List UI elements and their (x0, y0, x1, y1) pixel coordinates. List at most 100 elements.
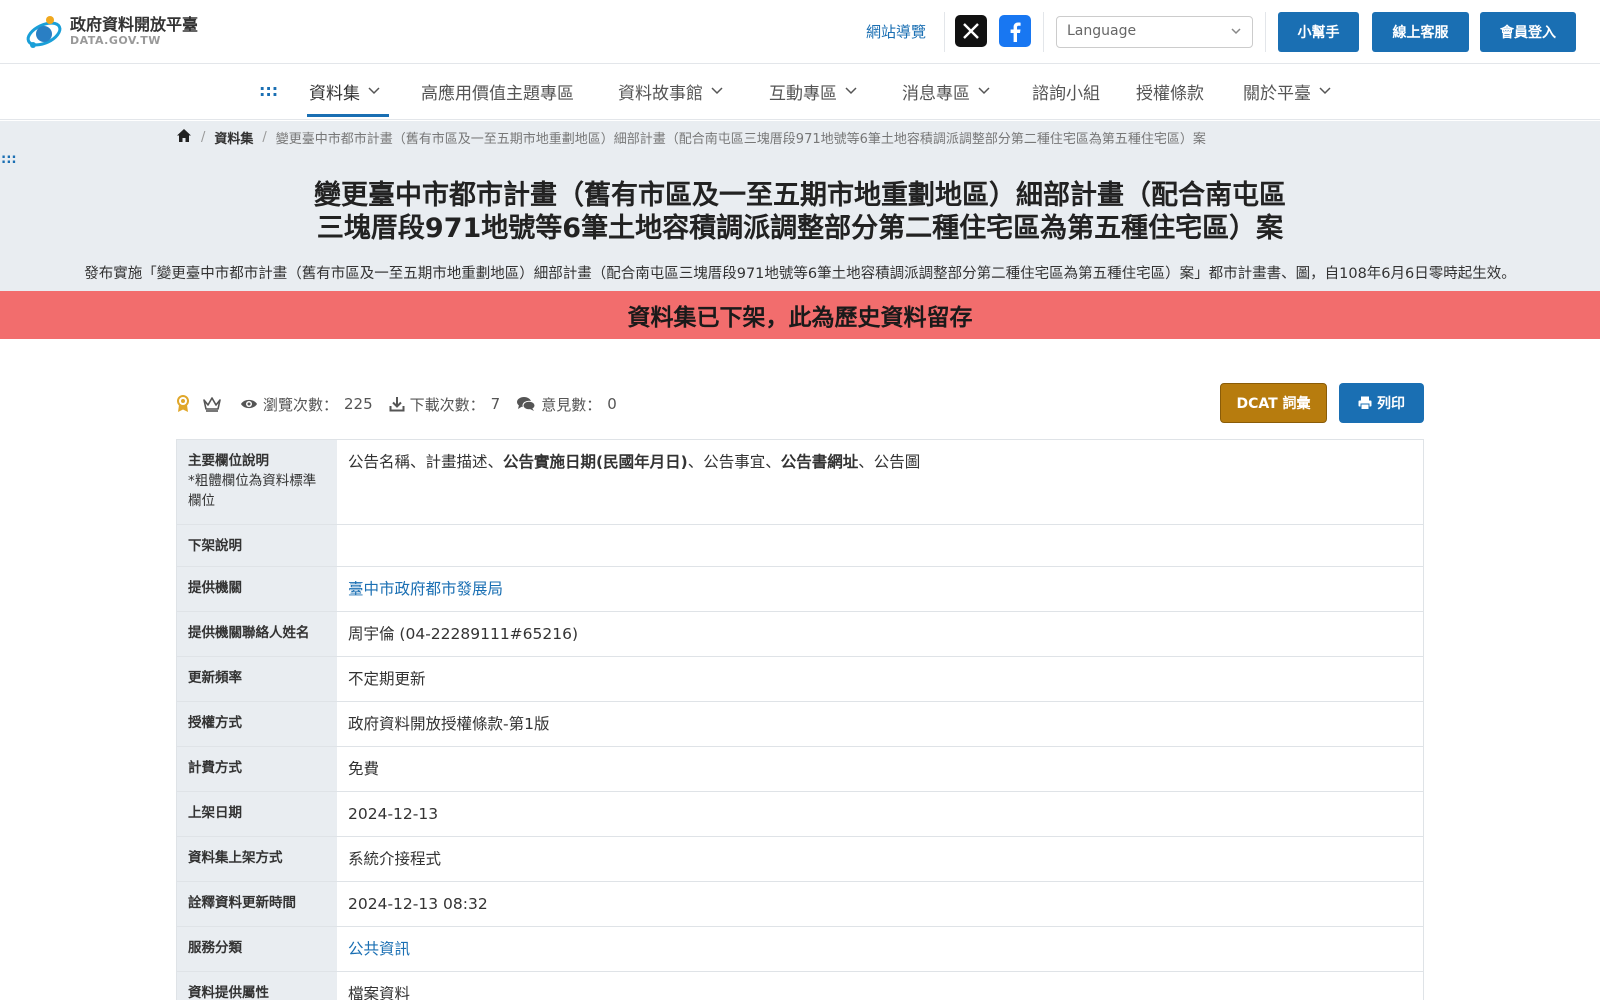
row-key: 資料提供屬性 (177, 972, 337, 1000)
content-accesskey[interactable]: ::: (1, 152, 17, 167)
category-link[interactable]: 公共資訊 (348, 940, 410, 958)
x-icon[interactable] (955, 15, 987, 47)
printer-icon (1358, 396, 1372, 410)
nav-item-interactive[interactable]: 互動專區 (769, 79, 858, 104)
table-row: 下架說明 (176, 525, 1424, 567)
dataset-description: 發布實施「變更臺中市都市計畫（舊有市區及一至五期市地重劃地區）細部計畫（配合南屯… (84, 266, 1516, 282)
provider-link[interactable]: 臺中市政府都市發展局 (348, 580, 503, 598)
chevron-down-icon (1318, 82, 1332, 102)
row-key: 更新頻率 (177, 657, 337, 701)
downloads-stat: 下載次數： 7 (389, 394, 500, 415)
table-row: 更新頻率 不定期更新 (176, 657, 1424, 702)
row-value (337, 525, 1423, 566)
field-name: 公告名稱、計畫描述、 (348, 453, 504, 471)
nav-item-data-stories[interactable]: 資料故事館 (618, 79, 724, 104)
views-count: 225 (344, 395, 373, 413)
divider (944, 12, 945, 52)
print-label: 列印 (1377, 396, 1405, 412)
member-login-button[interactable]: 會員登入 (1480, 12, 1576, 52)
table-row: 上架日期 2024-12-13 (176, 792, 1424, 837)
chevron-down-icon (367, 82, 381, 102)
delisted-alert: 資料集已下架，此為歷史資料留存 (0, 291, 1600, 339)
field-name: 、公告圖 (858, 453, 921, 471)
nav-item-label: 關於平臺 (1243, 84, 1311, 104)
nav-item-label: 高應用價值主題專區 (421, 84, 574, 104)
nav-active-indicator (307, 114, 389, 117)
helper-button[interactable]: 小幫手 (1278, 12, 1359, 52)
award-icon (176, 395, 190, 413)
row-key: 提供機關聯絡人姓名 (177, 612, 337, 656)
dataset-stats: 瀏覽次數： 225 下載次數： 7 意見數： 0 (176, 392, 633, 416)
downloads-label: 下載次數： (409, 395, 485, 414)
logo-subtitle: DATA.GOV.TW (70, 34, 161, 47)
divider (1043, 12, 1044, 52)
breadcrumb-datasets[interactable]: 資料集 (214, 128, 253, 147)
nav-item-datasets[interactable]: 資料集 (309, 79, 381, 104)
table-row: 資料集上架方式 系統介接程式 (176, 837, 1424, 882)
main-fields-key: 主要欄位說明 (188, 453, 269, 469)
language-select[interactable]: Language (1056, 16, 1253, 48)
eye-icon (240, 397, 258, 411)
breadcrumb-separator: / (201, 129, 206, 145)
facebook-icon[interactable] (999, 15, 1031, 47)
field-name: 、公告事宜、 (687, 453, 781, 471)
comments-stat: 意見數： 0 (516, 394, 617, 415)
page-title-line: 三塊厝段971地號等6筆土地容積調派調整部分第二種住宅區為第五種住宅區）案 (316, 213, 1284, 244)
site-map-link[interactable]: 網站導覽 (866, 21, 926, 42)
table-row: 資料提供屬性 檔案資料 (176, 972, 1424, 1000)
comments-icon (516, 396, 536, 412)
main-nav: ::: 資料集 高應用價值主題專區 資料故事館 互動專區 消息專區 諮詢小組 授… (0, 64, 1600, 120)
row-value: 臺中市政府都市發展局 (337, 567, 1423, 611)
site-header: 政府資料開放平臺 DATA.GOV.TW 網站導覽 Language 小幫手 線… (0, 0, 1600, 64)
nav-accesskey[interactable]: ::: (259, 81, 278, 100)
nav-item-about[interactable]: 關於平臺 (1243, 79, 1332, 104)
views-stat: 瀏覽次數： 225 (240, 394, 373, 415)
table-row: 服務分類 公共資訊 (176, 927, 1424, 972)
row-value: 2024-12-13 08:32 (348, 895, 488, 913)
nav-item-news[interactable]: 消息專區 (902, 79, 991, 104)
nav-item-label: 互動專區 (769, 84, 837, 104)
row-key: 主要欄位說明 *粗體欄位為資料標準欄位 (177, 440, 337, 524)
nav-item-advisory[interactable]: 諮詢小組 (1032, 79, 1100, 104)
row-key: 下架說明 (177, 525, 337, 566)
chevron-down-icon (1230, 25, 1242, 41)
table-row: 提供機關 臺中市政府都市發展局 (176, 567, 1424, 612)
row-key: 授權方式 (177, 702, 337, 746)
breadcrumb: / 資料集 / 變更臺中市都市計畫（舊有市區及一至五期市地重劃地區）細部計畫（配… (176, 127, 1206, 147)
breadcrumb-separator: / (262, 129, 267, 145)
row-key: 計費方式 (177, 747, 337, 791)
chevron-down-icon (977, 82, 991, 102)
field-name-standard: 公告實施日期(民國年月日) (503, 453, 688, 471)
chevron-down-icon (710, 82, 724, 102)
table-row: 提供機關聯絡人姓名 周宇倫 (04-22289111#65216) (176, 612, 1424, 657)
row-key: 資料集上架方式 (177, 837, 337, 881)
page-title-line: 變更臺中市都市計畫（舊有市區及一至五期市地重劃地區）細部計畫（配合南屯區 (314, 180, 1286, 211)
row-value: 政府資料開放授權條款-第1版 (348, 715, 550, 733)
dcat-vocabulary-button[interactable]: DCAT 詞彙 (1220, 383, 1327, 423)
nav-item-label: 授權條款 (1136, 84, 1204, 104)
home-icon[interactable] (176, 128, 192, 147)
table-row: 計費方式 免費 (176, 747, 1424, 792)
comments-count: 0 (607, 395, 617, 413)
dataset-title-area: / 資料集 / 變更臺中市都市計畫（舊有市區及一至五期市地重劃地區）細部計畫（配… (0, 121, 1600, 291)
row-value: 公共資訊 (337, 927, 1423, 971)
nav-item-license[interactable]: 授權條款 (1136, 79, 1204, 104)
print-button[interactable]: 列印 (1339, 383, 1424, 423)
row-key: 提供機關 (177, 567, 337, 611)
site-logo[interactable]: 政府資料開放平臺 DATA.GOV.TW (24, 12, 198, 52)
nav-item-label: 資料集 (309, 84, 360, 104)
row-value: 檔案資料 (348, 985, 411, 1000)
views-label: 瀏覽次數： (263, 395, 339, 414)
table-row: 授權方式 政府資料開放授權條款-第1版 (176, 702, 1424, 747)
page-title: 變更臺中市都市計畫（舊有市區及一至五期市地重劃地區）細部計畫（配合南屯區 三塊厝… (200, 179, 1400, 245)
divider (1265, 12, 1266, 52)
chevron-down-icon (844, 82, 858, 102)
online-service-button[interactable]: 線上客服 (1372, 12, 1469, 52)
row-value: 公告名稱、計畫描述、公告實施日期(民國年月日)、公告事宜、公告書網址、公告圖 (337, 440, 1423, 524)
nav-item-high-value[interactable]: 高應用價值主題專區 (421, 79, 574, 104)
crown-icon (202, 396, 222, 412)
row-key: 服務分類 (177, 927, 337, 971)
field-name-standard: 公告書網址 (780, 453, 859, 471)
table-row: 主要欄位說明 *粗體欄位為資料標準欄位 公告名稱、計畫描述、公告實施日期(民國年… (176, 440, 1424, 525)
row-value: 周宇倫 (04-22289111#65216) (348, 625, 579, 643)
